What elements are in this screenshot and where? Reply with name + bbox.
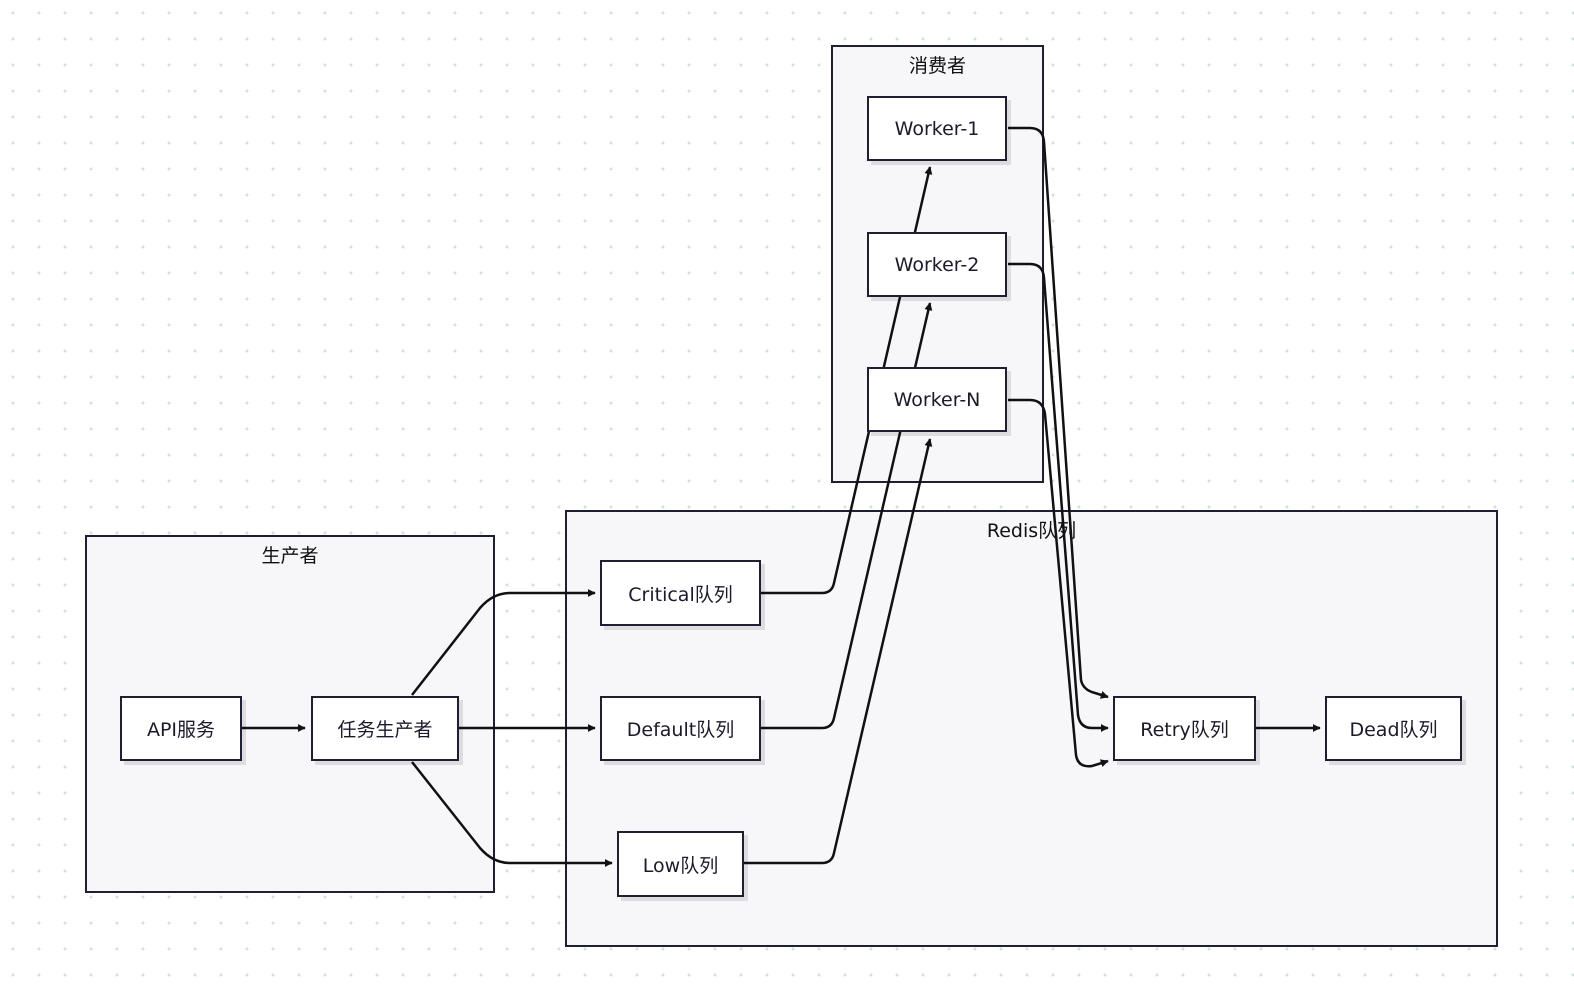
low-queue-node[interactable]: Low队列 — [617, 831, 744, 897]
critical-queue-node[interactable]: Critical队列 — [600, 560, 761, 626]
consumer-group-title: 消费者 — [908, 55, 966, 77]
redis-queue-group-title: Redis队列 — [986, 520, 1077, 542]
producer-group-title: 生产者 — [261, 545, 319, 567]
retry-queue-node[interactable]: Retry队列 — [1113, 696, 1256, 761]
worker-2-node[interactable]: Worker-2 — [867, 232, 1007, 297]
dead-queue-node[interactable]: Dead队列 — [1325, 696, 1462, 761]
worker-1-node[interactable]: Worker-1 — [867, 96, 1007, 161]
task-producer-node[interactable]: 任务生产者 — [311, 696, 459, 761]
default-queue-node[interactable]: Default队列 — [600, 696, 761, 761]
worker-n-node[interactable]: Worker-N — [867, 367, 1007, 432]
api-service-node[interactable]: API服务 — [120, 696, 242, 761]
